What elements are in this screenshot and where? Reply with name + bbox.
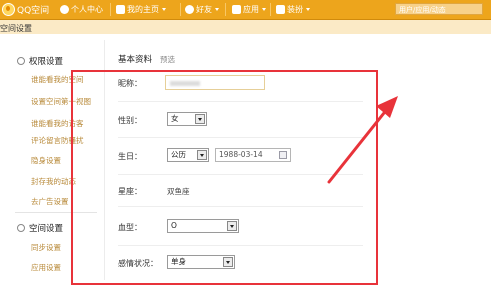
- nav-personal-center[interactable]: 个人中心: [60, 3, 103, 16]
- nav-divider: [270, 3, 271, 16]
- chevron-down-icon: [306, 8, 310, 11]
- sidebar-section-space[interactable]: 空间设置: [17, 222, 63, 234]
- nav-label: 应用: [243, 5, 259, 14]
- chevron-down-icon: [262, 8, 266, 11]
- friends-icon: [185, 5, 194, 14]
- nav-friends[interactable]: 好友: [185, 3, 219, 16]
- search-input[interactable]: 用户/应用/动态: [395, 3, 483, 15]
- section-title: 权限设置: [29, 57, 64, 67]
- annotation-highlight-box: [71, 70, 378, 285]
- sidebar-section-permission[interactable]: 权限设置: [17, 55, 63, 67]
- person-icon: [60, 5, 69, 14]
- nav-label: 好友: [196, 5, 212, 14]
- top-navigation-bar: QQ空间 个人中心 我的主页 好友 应用 装扮 用户/应用/动态: [0, 0, 491, 20]
- page-subheader: 空间设置: [0, 20, 491, 34]
- tab-basic-info[interactable]: 基本资料: [118, 53, 152, 65]
- nav-my-homepage[interactable]: 我的主页: [116, 3, 166, 16]
- nav-apps[interactable]: 应用: [232, 3, 266, 16]
- nav-label: 装扮: [287, 5, 303, 14]
- sidebar-item[interactable]: 应用设置: [31, 262, 61, 273]
- chevron-down-icon: [215, 8, 219, 11]
- home-icon: [116, 5, 125, 14]
- apps-icon: [232, 5, 241, 14]
- qzone-logo[interactable]: QQ空间: [2, 3, 49, 16]
- page-title: 空间设置: [0, 24, 32, 33]
- nav-label: 我的主页: [127, 5, 159, 14]
- sidebar-item[interactable]: 同步设置: [31, 242, 61, 253]
- circle-icon: [17, 57, 25, 65]
- sidebar-item[interactable]: 封存我的动态: [31, 176, 76, 187]
- sidebar-item[interactable]: 去广告设置: [31, 196, 69, 207]
- nav-divider: [225, 3, 226, 16]
- nav-divider: [110, 3, 111, 16]
- nav-divider: [180, 3, 181, 16]
- logo-text: QQ空间: [17, 6, 50, 16]
- nav-label: 个人中心: [71, 5, 103, 14]
- tab-preview[interactable]: 预选: [160, 54, 175, 65]
- section-title: 空间设置: [29, 224, 64, 234]
- chevron-down-icon: [162, 8, 166, 11]
- sidebar-item[interactable]: 隐身设置: [31, 155, 61, 166]
- nav-dressup[interactable]: 装扮: [276, 3, 310, 16]
- circle-icon: [17, 224, 25, 232]
- qzone-star-icon: [2, 3, 15, 16]
- shirt-icon: [276, 5, 285, 14]
